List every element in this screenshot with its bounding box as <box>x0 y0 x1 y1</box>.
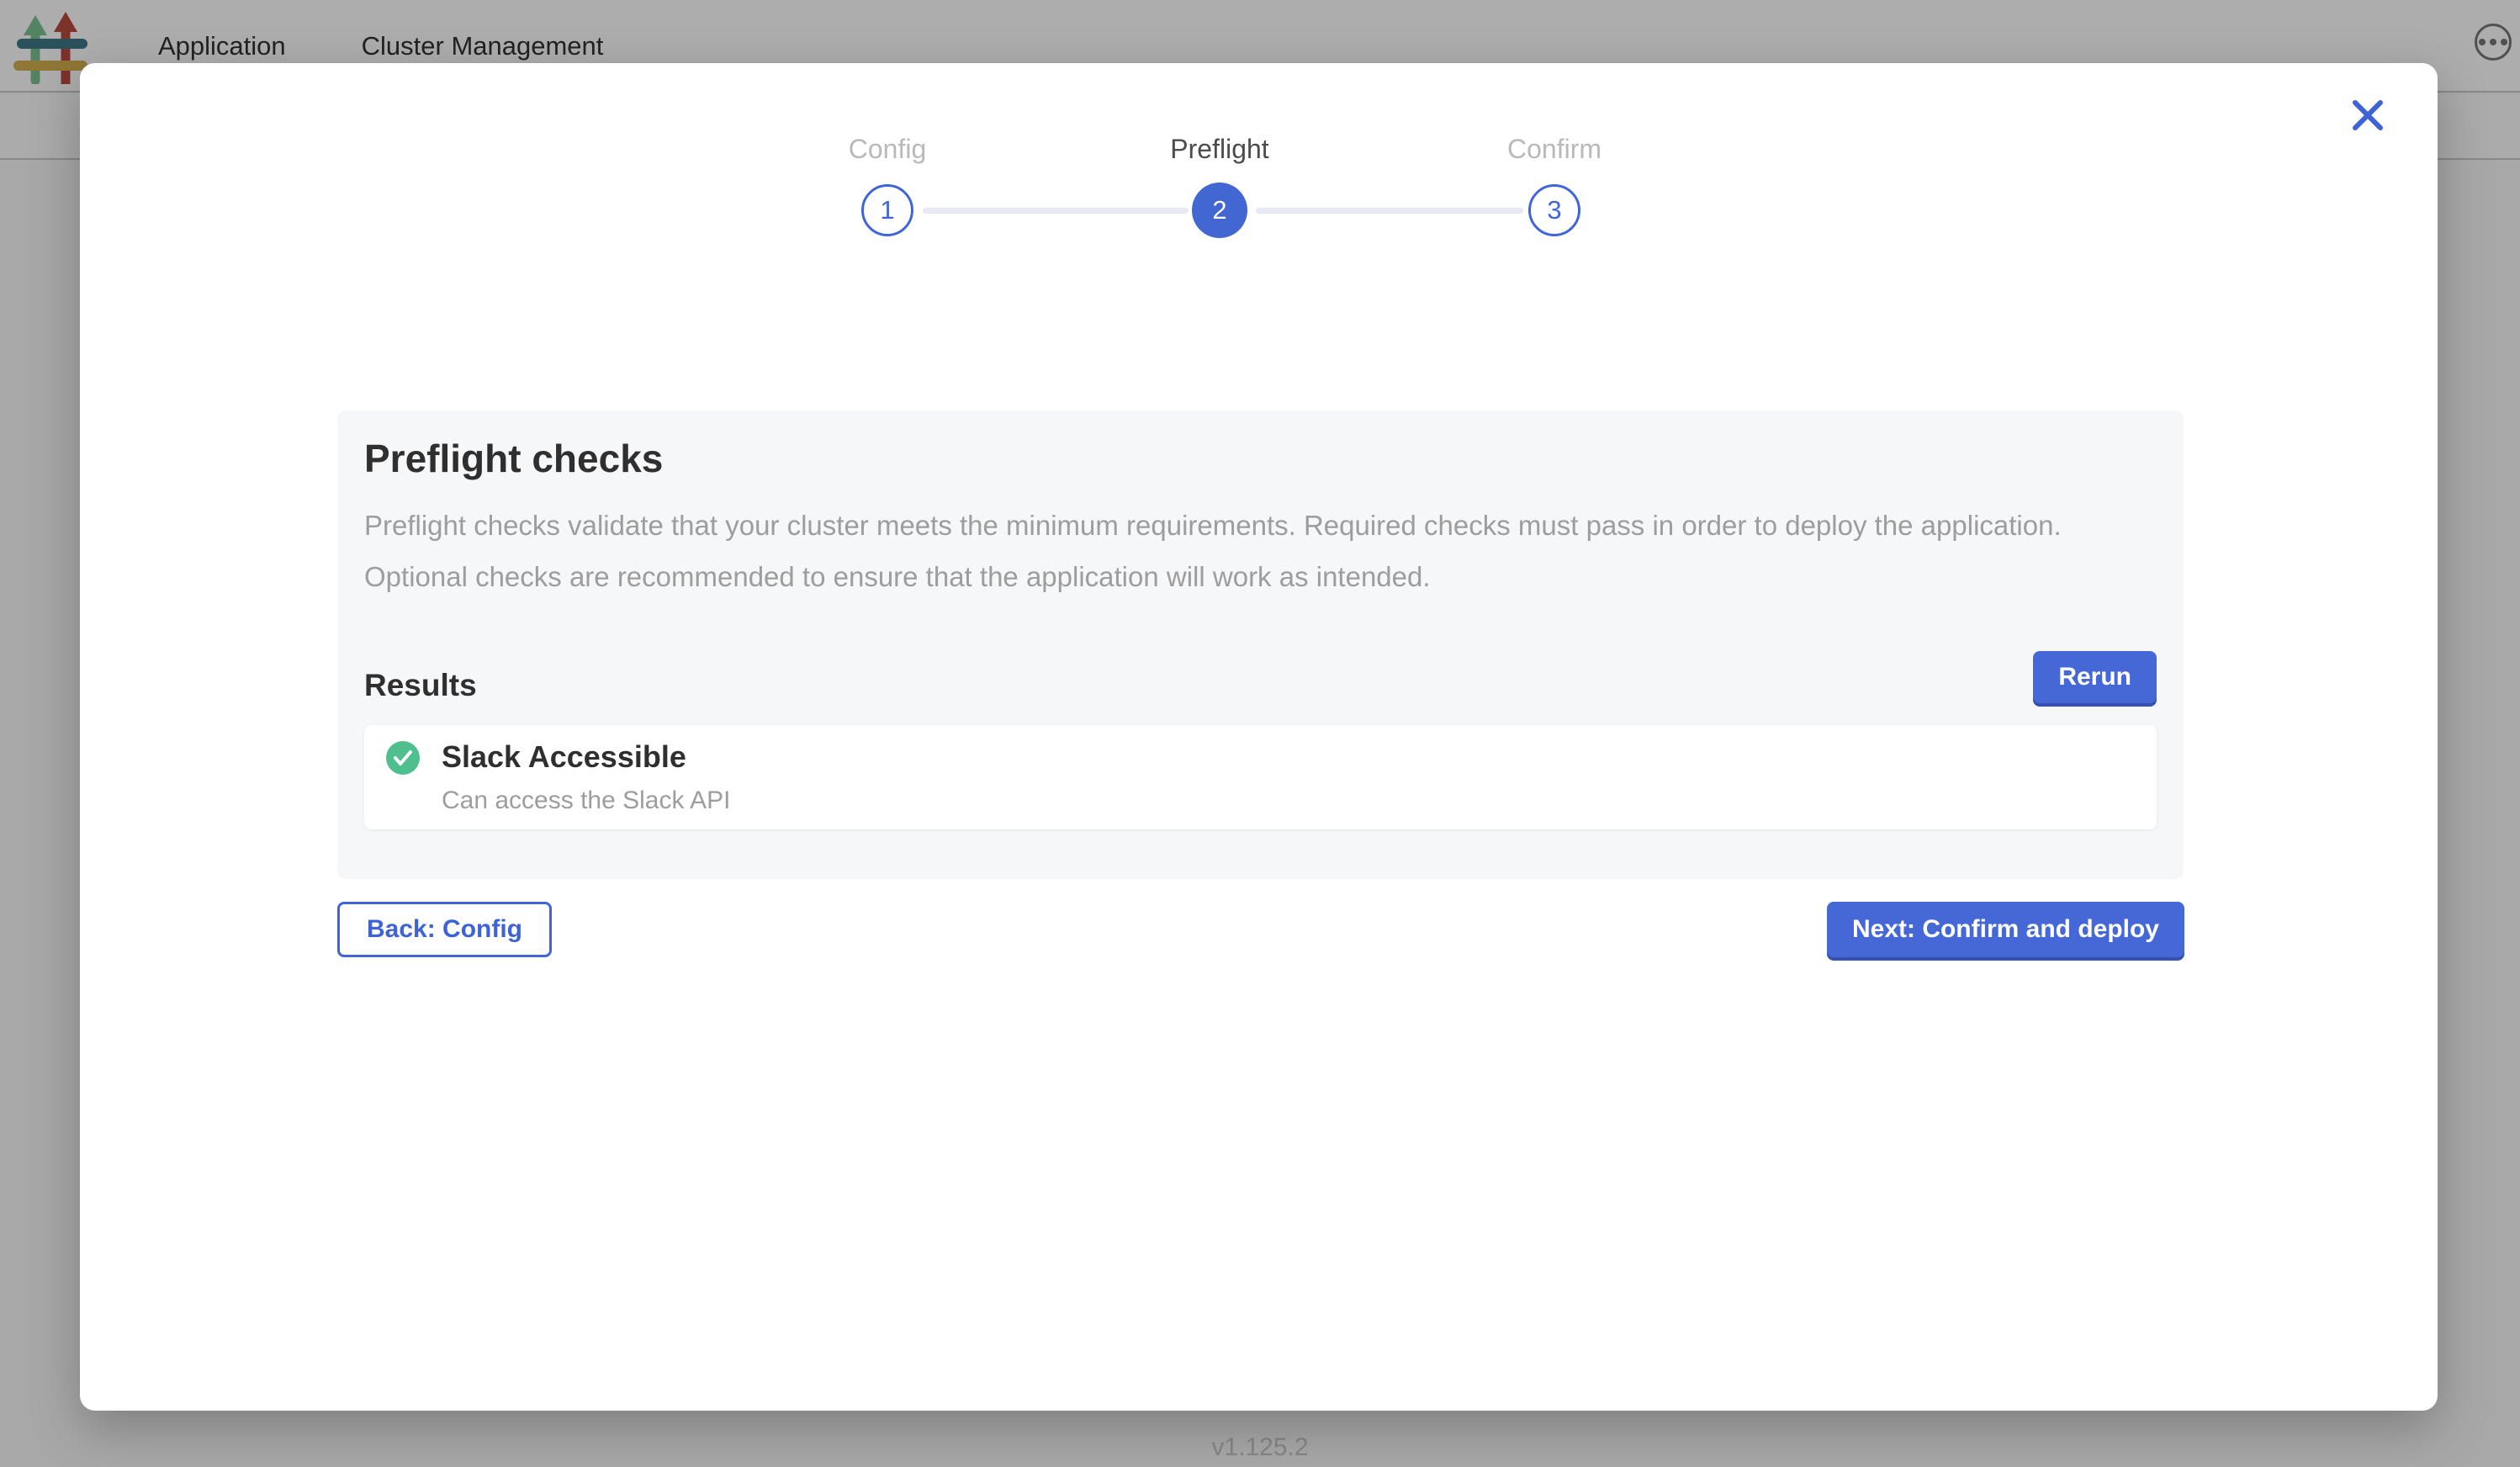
preflight-card: Preflight checks Preflight checks valida… <box>337 410 2184 879</box>
step-connector-1 <box>923 208 1189 214</box>
step-label-config: Config <box>736 134 1039 165</box>
next-confirm-deploy-button[interactable]: Next: Confirm and deploy <box>1827 902 2184 957</box>
rerun-button[interactable]: Rerun <box>2033 651 2157 703</box>
step-connector-2 <box>1256 208 1523 214</box>
preflight-title: Preflight checks <box>364 436 2157 481</box>
results-title: Results <box>364 668 477 703</box>
check-text: Slack Accessible Can access the Slack AP… <box>442 739 731 815</box>
preflight-modal: Config Preflight Confirm 1 2 3 Preflight… <box>80 63 2438 1411</box>
check-name: Slack Accessible <box>442 739 731 775</box>
app-root: Application Cluster Management v1.125.2 … <box>0 0 2520 1467</box>
step-circle-2[interactable]: 2 <box>1192 183 1247 238</box>
step-label-preflight: Preflight <box>1068 134 1371 165</box>
step-label-confirm: Confirm <box>1403 134 1706 165</box>
step-circle-1[interactable]: 1 <box>861 184 913 236</box>
check-result-row: Slack Accessible Can access the Slack AP… <box>364 725 2157 829</box>
close-icon[interactable] <box>2351 98 2385 132</box>
back-button[interactable]: Back: Config <box>337 902 552 957</box>
check-pass-icon <box>386 741 420 775</box>
results-header-row: Results Rerun <box>364 651 2157 703</box>
step-circle-3[interactable]: 3 <box>1528 184 1580 236</box>
preflight-description: Preflight checks validate that your clus… <box>364 500 2157 602</box>
check-detail: Can access the Slack API <box>442 786 731 815</box>
